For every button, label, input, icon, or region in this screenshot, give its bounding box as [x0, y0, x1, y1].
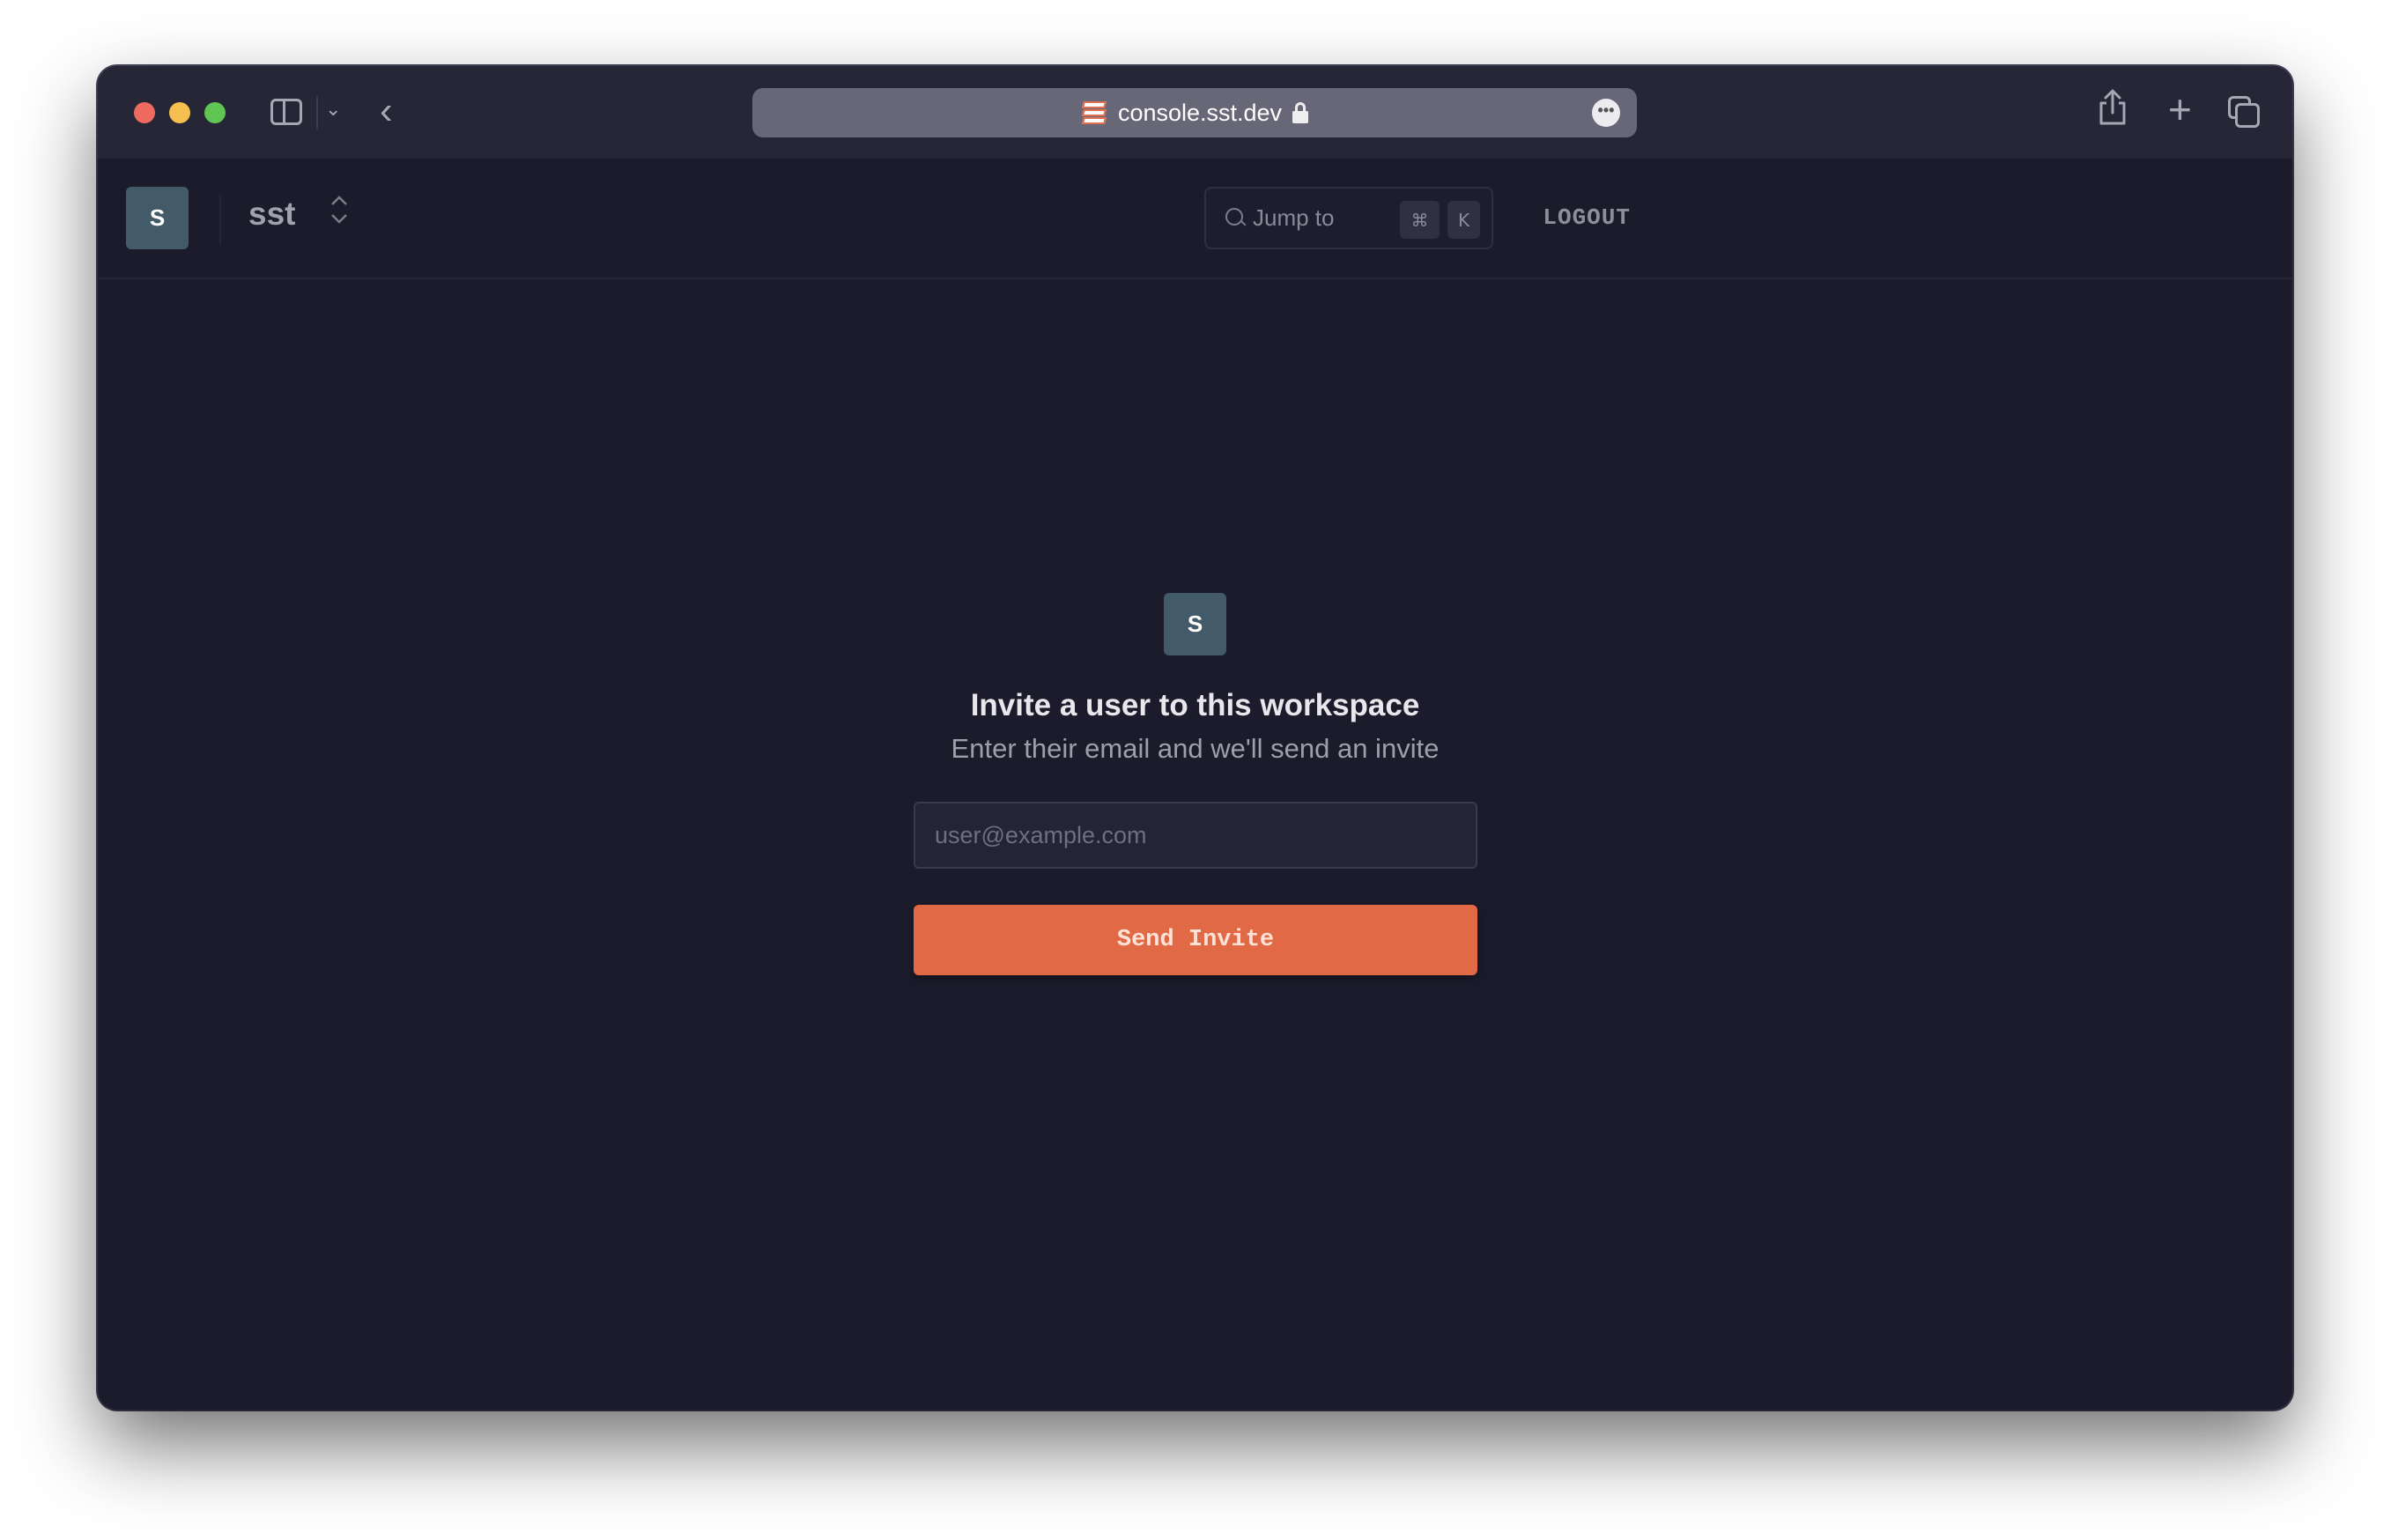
- workspace-name[interactable]: sst: [248, 196, 295, 233]
- toolbar-divider: [316, 96, 318, 130]
- back-icon[interactable]: ‹: [380, 89, 393, 133]
- workspace-avatar[interactable]: S: [126, 187, 189, 249]
- invite-title: Invite a user to this workspace: [970, 688, 1420, 722]
- send-invite-button[interactable]: Send Invite: [914, 905, 1477, 975]
- minimize-window-button[interactable]: [169, 102, 190, 123]
- k-key-badge: K: [1447, 201, 1480, 239]
- share-icon[interactable]: [2098, 89, 2128, 126]
- close-window-button[interactable]: [134, 102, 155, 123]
- command-key-badge: ⌘: [1400, 201, 1440, 239]
- email-input[interactable]: [914, 802, 1477, 869]
- more-icon[interactable]: •••: [1592, 99, 1620, 127]
- sst-favicon-icon: [1081, 101, 1107, 124]
- logout-button[interactable]: LOGOUT: [1490, 204, 1631, 231]
- app-header: S sst Jump to ⌘ K LOGOUT: [98, 159, 2292, 279]
- jump-to-label: Jump to: [1253, 204, 1335, 231]
- lock-icon: [1292, 102, 1309, 123]
- workspace-avatar-large: S: [1164, 593, 1226, 655]
- invite-subtitle: Enter their email and we'll send an invi…: [951, 733, 1440, 764]
- chevron-down-icon[interactable]: ⌄: [325, 98, 341, 121]
- zoom-window-button[interactable]: [204, 102, 226, 123]
- tabs-overview-icon[interactable]: [2228, 96, 2260, 128]
- header-divider: [219, 196, 221, 245]
- browser-window: ⌄ ‹ console.sst.dev ••• + S sst Jump to …: [98, 66, 2292, 1410]
- sidebar-icon[interactable]: [270, 99, 302, 125]
- browser-toolbar: ⌄ ‹ console.sst.dev ••• +: [98, 66, 2292, 159]
- url-text[interactable]: console.sst.dev: [1118, 100, 1282, 127]
- address-bar[interactable]: console.sst.dev •••: [752, 88, 1637, 137]
- plus-icon[interactable]: +: [2168, 85, 2192, 133]
- jump-to-search[interactable]: Jump to ⌘ K: [1204, 187, 1493, 249]
- workspace-switcher-icon[interactable]: [329, 192, 350, 231]
- search-icon: [1225, 208, 1243, 226]
